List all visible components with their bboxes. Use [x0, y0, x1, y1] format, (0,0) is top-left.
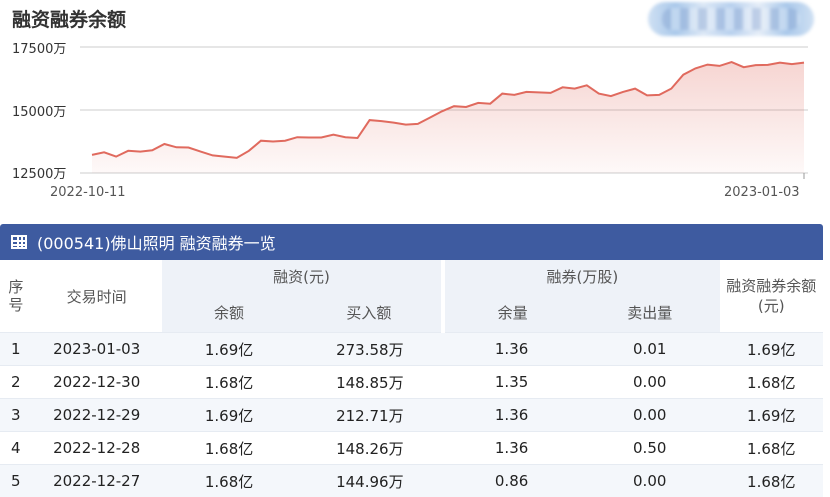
col-short-sell: 卖出量: [580, 292, 720, 333]
series-area: [92, 62, 804, 173]
cell-margin-buy: 148.85万: [296, 366, 443, 399]
cell-no: 3: [0, 399, 32, 432]
cell-date: 2022-12-28: [32, 432, 162, 465]
cell-date: 2022-12-30: [32, 366, 162, 399]
cell-short-sell: 0.00: [580, 399, 720, 432]
cell-short-sell: 0.01: [580, 333, 720, 366]
cell-margin-buy: 148.26万: [296, 432, 443, 465]
cell-margin-balance: 1.68亿: [162, 432, 297, 465]
cell-margin-buy: 212.71万: [296, 399, 443, 432]
cell-no: 2: [0, 366, 32, 399]
cell-short-balance: 1.36: [443, 399, 580, 432]
cell-short-balance: 1.36: [443, 432, 580, 465]
table-row[interactable]: 12023-01-031.69亿273.58万1.360.011.69亿: [0, 333, 823, 366]
cell-short-sell: 0.00: [580, 366, 720, 399]
margin-trading-panel: (000541)佛山照明 融资融券一览 序号 交易时间 融资(元) 融券(万股)…: [0, 224, 823, 489]
cell-no: 4: [0, 432, 32, 465]
cell-margin-balance: 1.68亿: [162, 465, 297, 497]
col-margin-buy: 买入额: [296, 292, 443, 333]
cell-total: 1.68亿: [720, 366, 823, 399]
margin-table: 序号 交易时间 融资(元) 融券(万股) 融资融券余额(元) 余额 买入额 余量…: [0, 260, 823, 497]
cell-margin-buy: 144.96万: [296, 465, 443, 497]
cell-short-sell: 0.50: [580, 432, 720, 465]
col-date: 交易时间: [32, 260, 162, 333]
blurred-stock-selector[interactable]: [648, 2, 814, 36]
cell-total: 1.69亿: [720, 399, 823, 432]
chart-title: 融资融券余额: [12, 5, 126, 32]
col-index: 序号: [0, 260, 32, 333]
panel-header: (000541)佛山照明 融资融券一览: [0, 224, 823, 260]
table-row[interactable]: 42022-12-281.68亿148.26万1.360.501.68亿: [0, 432, 823, 465]
cell-date: 2022-12-27: [32, 465, 162, 497]
table-row[interactable]: 52022-12-271.68亿144.96万0.860.001.68亿: [0, 465, 823, 497]
cell-total: 1.68亿: [720, 465, 823, 497]
col-group-short: 融券(万股): [443, 260, 719, 292]
cell-short-balance: 1.36: [443, 333, 580, 366]
cell-date: 2022-12-29: [32, 399, 162, 432]
cell-date: 2023-01-03: [32, 333, 162, 366]
col-group-margin: 融资(元): [162, 260, 444, 292]
balance-area-chart[interactable]: [0, 36, 830, 186]
table-row[interactable]: 22022-12-301.68亿148.85万1.350.001.68亿: [0, 366, 823, 399]
cell-margin-balance: 1.68亿: [162, 366, 297, 399]
col-margin-balance: 余额: [162, 292, 297, 333]
table-icon: [11, 235, 27, 249]
cell-short-balance: 1.35: [443, 366, 580, 399]
col-short-balance: 余量: [443, 292, 580, 333]
x-tick-label: 2022-10-11: [50, 185, 126, 200]
cell-total: 1.69亿: [720, 333, 823, 366]
cell-margin-balance: 1.69亿: [162, 399, 297, 432]
cell-no: 1: [0, 333, 32, 366]
table-row[interactable]: 32022-12-291.69亿212.71万1.360.001.69亿: [0, 399, 823, 432]
cell-short-balance: 0.86: [443, 465, 580, 497]
panel-title: (000541)佛山照明 融资融券一览: [37, 230, 276, 254]
x-tick-label: 2023-01-03: [724, 185, 800, 200]
cell-no: 5: [0, 465, 32, 497]
cell-margin-buy: 273.58万: [296, 333, 443, 366]
cell-short-sell: 0.00: [580, 465, 720, 497]
cell-total: 1.68亿: [720, 432, 823, 465]
col-total: 融资融券余额(元): [720, 260, 823, 333]
cell-margin-balance: 1.69亿: [162, 333, 297, 366]
